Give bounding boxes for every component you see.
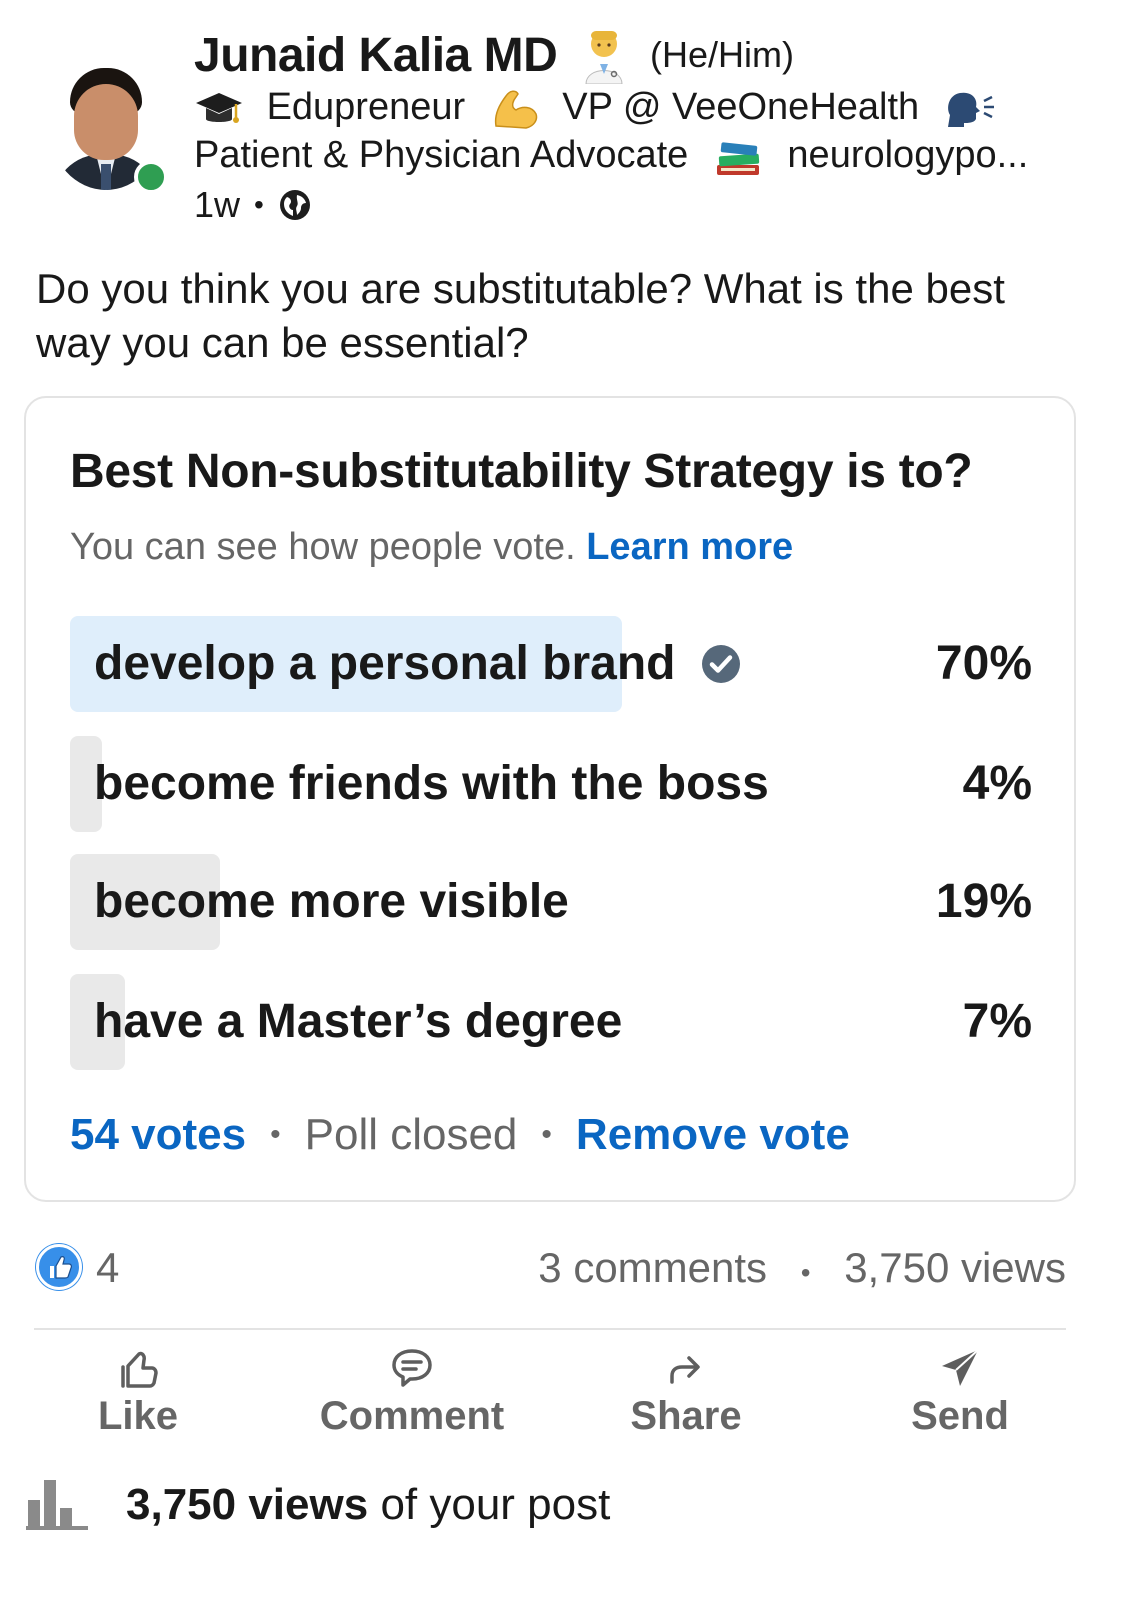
poll-option-label: develop a personal brand (94, 636, 741, 691)
like-button[interactable]: Like (38, 1346, 238, 1446)
poll-option-percent: 19% (935, 875, 1032, 928)
action-divider (34, 1328, 1066, 1330)
doctor-emoji-icon (585, 31, 623, 84)
author-pronouns: (He/Him) (650, 34, 794, 75)
author-name[interactable]: Junaid Kalia MD (194, 28, 558, 83)
headline-vp: VP @ VeeOneHealth (562, 86, 920, 129)
poll-card: Best Non-substitutability Strategy is to… (24, 396, 1076, 1202)
poll-option-label: have a Master’s degree (94, 994, 622, 1049)
thumbs-up-icon (121, 1351, 158, 1388)
poll-option-percent: 7% (962, 995, 1032, 1048)
headline-edupreneur: Edupreneur (266, 86, 466, 129)
like-label: Like (97, 1394, 179, 1438)
poll-visibility-text: You can see how people vote. (70, 526, 576, 568)
headline-advocate: Patient & Physician Advocate (194, 134, 689, 176)
analytics-views-suffix: of your post (380, 1480, 611, 1529)
post-analytics-link[interactable]: 3,750 views of your post (126, 1480, 610, 1530)
social-separator: • (800, 1257, 811, 1288)
poll-option-text: develop a personal brand (94, 637, 676, 690)
avatar-tie (101, 164, 111, 190)
poll-option-label: become friends with the boss (94, 756, 769, 811)
comments-count-link[interactable]: 3 comments (538, 1244, 767, 1291)
comment-bubble-icon (392, 1349, 432, 1387)
share-label: Share (630, 1394, 742, 1438)
learn-more-link[interactable]: Learn more (586, 526, 793, 568)
poll-option-1[interactable]: develop a personal brand 70% (70, 616, 1032, 712)
votes-count-link[interactable]: 54 votes (70, 1110, 246, 1160)
poll-option-2[interactable]: become friends with the boss 4% (70, 736, 1032, 832)
poll-option-text: become more visible (94, 875, 569, 928)
globe-icon (279, 190, 310, 220)
comment-button[interactable]: Comment (312, 1346, 512, 1446)
poll-status: Poll closed (304, 1110, 518, 1159)
remove-vote-button[interactable]: Remove vote (576, 1110, 850, 1160)
poll-option-percent: 4% (962, 757, 1032, 810)
flexed-biceps-icon (494, 90, 537, 129)
checkmark-circle-icon (702, 644, 741, 683)
poll-option-label: become more visible (94, 874, 569, 929)
poll-option-4[interactable]: have a Master’s degree 7% (70, 974, 1032, 1070)
poll-option-percent: 70% (935, 637, 1032, 690)
books-icon (716, 142, 760, 175)
author-headline-line-1: Edupreneur VP @ VeeOneHealth (194, 86, 998, 132)
graduation-cap-icon (196, 93, 242, 123)
share-arrow-icon (670, 1356, 700, 1384)
comment-label: Comment (319, 1394, 505, 1438)
headline-website[interactable]: neurologypo... (787, 134, 1028, 176)
like-reaction-icon[interactable] (36, 1244, 82, 1290)
social-counts: 3 comments • 3,750 views (538, 1244, 1066, 1292)
poll-question: Best Non-substitutability Strategy is to… (70, 445, 973, 498)
send-plane-icon (942, 1349, 979, 1386)
analytics-views-count: 3,750 views (126, 1480, 369, 1529)
bar-chart-icon (26, 1480, 88, 1530)
post-time: 1w (194, 184, 241, 225)
poll-visibility-note: You can see how people vote. Learn more (70, 526, 793, 569)
poll-option-text: become friends with the boss (94, 757, 769, 810)
reactions-count[interactable]: 4 (96, 1244, 119, 1292)
poll-option-3[interactable]: become more visible 19% (70, 854, 1032, 950)
send-label: Send (911, 1394, 1009, 1438)
footer-separator: • (541, 1118, 552, 1151)
footer-separator: • (270, 1118, 281, 1151)
post-meta: 1w • (194, 184, 312, 226)
speaking-head-icon (947, 92, 994, 127)
meta-separator: • (254, 189, 264, 220)
poll-option-text: have a Master’s degree (94, 995, 623, 1048)
send-button[interactable]: Send (860, 1346, 1060, 1446)
views-count: 3,750 views (844, 1244, 1066, 1291)
online-status-icon (134, 160, 168, 194)
poll-footer: 54 votes • Poll closed • Remove vote (70, 1110, 850, 1160)
post-text: Do you think you are substitutable? What… (36, 265, 1005, 366)
author-headline-line-2: Patient & Physician Advocate neurologypo… (194, 134, 1028, 179)
avatar-head (74, 84, 138, 160)
share-button[interactable]: Share (586, 1346, 786, 1446)
